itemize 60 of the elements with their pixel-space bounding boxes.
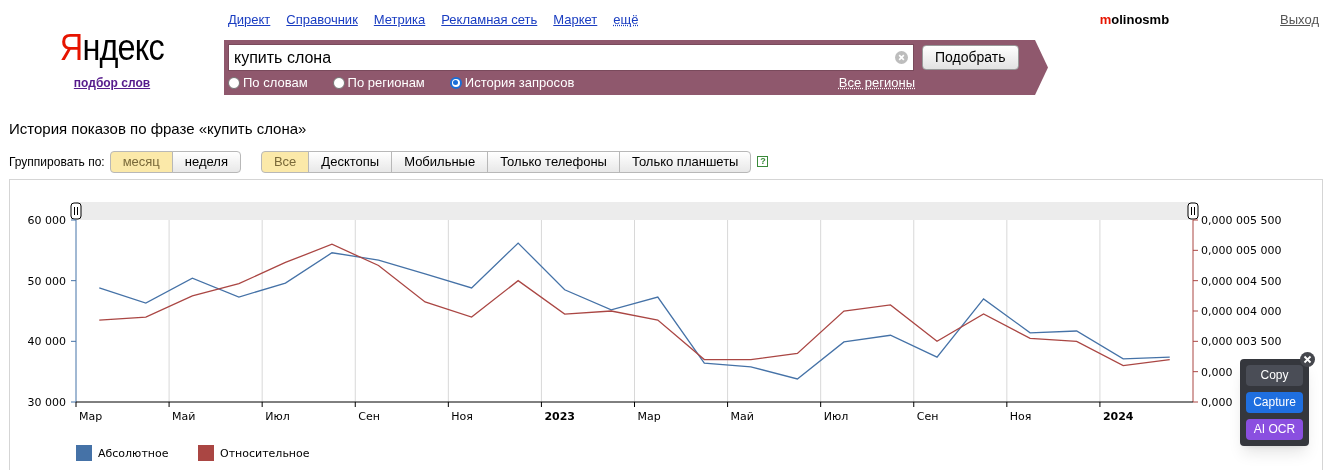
help-icon[interactable]: ?	[757, 156, 769, 167]
y-tick-label: 0,000 004 500	[1201, 274, 1282, 288]
popup-button[interactable]: Capture	[1246, 391, 1303, 413]
legend-label[interactable]: Относительное	[220, 446, 310, 460]
x-tick-label: Июл	[823, 409, 849, 423]
y-tick-label: 50 000	[27, 274, 66, 288]
x-tick-label: Мар	[637, 409, 661, 423]
search-field[interactable]: купить слона	[228, 44, 914, 71]
y-tick-label: 60 000	[27, 213, 66, 227]
popup-button[interactable]: Copy	[1246, 364, 1303, 386]
segment-tab[interactable]: Десктопы	[308, 150, 393, 173]
popup-button[interactable]: AI OCR	[1246, 418, 1303, 440]
y-tick-label: 0,000 004 000	[1201, 304, 1282, 318]
y-tick-label: 0,000	[1201, 365, 1233, 379]
user-name[interactable]: molinosmb	[1099, 10, 1170, 100]
y-tick-label: 30 000	[27, 395, 66, 409]
nav-link[interactable]: Рекламная сеть	[441, 10, 538, 40]
range-handle[interactable]	[1187, 202, 1199, 219]
x-tick-label: 2023	[544, 409, 576, 423]
logo[interactable]: Яндекс	[59, 30, 165, 66]
segment-tab[interactable]: неделя	[171, 150, 241, 173]
radio-label[interactable]: По словам	[243, 73, 308, 93]
logout-link[interactable]: Выход	[1280, 10, 1319, 100]
radio-label[interactable]: По регионам	[347, 73, 425, 93]
segment-tab[interactable]: Все	[260, 150, 310, 173]
y-tick-label: 0,000 005 000	[1201, 243, 1282, 257]
radio-label[interactable]: История запросов	[464, 73, 575, 93]
x-tick-label: Май	[730, 409, 754, 423]
x-tick-label: 2024	[1102, 409, 1134, 423]
x-tick-label: Сен	[916, 409, 939, 423]
x-tick-label: Май	[172, 409, 196, 423]
regions-link[interactable]: Все регионы	[838, 73, 915, 93]
submit-button[interactable]: Подобрать	[922, 45, 1019, 70]
segment-tab[interactable]: месяц	[109, 150, 173, 173]
segment-tab[interactable]: Только телефоны	[487, 150, 620, 173]
y-tick-label: 0,000 003 500	[1201, 334, 1282, 348]
close-icon[interactable]	[1300, 351, 1315, 367]
y-tick-label: 40 000	[27, 334, 66, 348]
y-tick-label: 0,000	[1201, 395, 1233, 409]
x-tick-label: Ноя	[451, 409, 473, 423]
x-tick-label: Июл	[265, 409, 290, 423]
range-handle[interactable]	[70, 202, 82, 219]
nav-link[interactable]: ещё	[613, 10, 639, 40]
segment-tab[interactable]: Только планшеты	[618, 150, 752, 173]
nav-link[interactable]: Метрика	[373, 10, 426, 40]
grouping-label: Группировать по:	[9, 153, 105, 171]
y-tick-label: 0,000 005 500	[1201, 213, 1282, 227]
nav-link[interactable]: Справочник	[286, 10, 358, 40]
radio-button[interactable]	[449, 76, 462, 89]
page-title: История показов по фразе «купить слона»	[9, 119, 308, 139]
nav-link[interactable]: Маркет	[553, 10, 598, 40]
radio-button[interactable]	[228, 76, 240, 89]
segment-tab[interactable]: Мобильные	[391, 150, 489, 173]
nav-link[interactable]: Директ	[228, 10, 271, 40]
x-tick-label: Ноя	[1009, 409, 1032, 423]
x-tick-label: Сен	[358, 409, 380, 423]
x-tick-label: Мар	[79, 409, 103, 423]
logo-caption-link[interactable]: подбор слов	[73, 74, 151, 92]
legend-label[interactable]: Абсолютное	[98, 446, 169, 460]
radio-button[interactable]	[332, 76, 345, 89]
